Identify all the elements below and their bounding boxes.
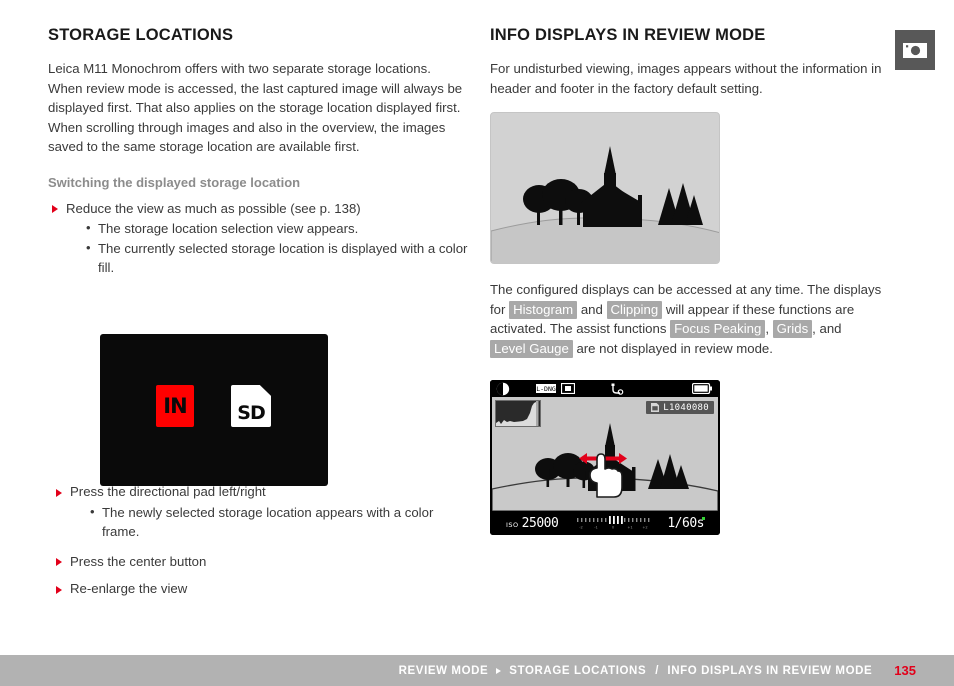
- sd-card-icon: SD: [231, 385, 271, 427]
- figure-clean-review-image: [490, 112, 720, 264]
- half-moon-icon: [496, 382, 510, 395]
- landscape-illustration: [491, 146, 719, 263]
- step-item: Press the center button: [52, 552, 472, 572]
- sub-item: The storage location selection view appe…: [84, 218, 468, 239]
- battery-icon: [692, 383, 712, 394]
- step-label: Press the directional pad left/right: [70, 484, 266, 499]
- step-label: Reduce the view as much as possible (see…: [66, 200, 361, 216]
- highlight-level-gauge: Level Gauge: [490, 339, 573, 358]
- exposure-scale: -2 -1 0 +1 +2: [576, 516, 650, 530]
- histogram-graph: [496, 401, 540, 426]
- right-column: INFO DISPLAYS IN REVIEW MODE For undistu…: [490, 26, 900, 535]
- sd-card-label: SD: [237, 402, 265, 424]
- info-displays-paragraph: The configured displays can be accessed …: [490, 280, 900, 358]
- highlight-grids: Grids: [772, 320, 813, 338]
- svg-text:L-DNG: L-DNG: [536, 385, 556, 393]
- sub-item: The newly selected storage location appe…: [88, 502, 472, 542]
- step-item: Re-enlarge the view: [52, 579, 472, 599]
- figure-storage-location-selection: IN SD: [100, 334, 328, 486]
- svg-text:+2: +2: [642, 526, 647, 530]
- iso-label: ISO: [506, 520, 519, 529]
- intro-paragraph-1: Leica M11 Monochrom offers with two sepa…: [48, 61, 431, 76]
- highlight-focus-peaking: Focus Peaking: [670, 320, 766, 338]
- exposure-meter: -2 -1 0 +1 +2: [576, 515, 650, 531]
- step-list-bottom-wrap: Press the directional pad left/right The…: [52, 478, 472, 602]
- camera-info-bar: ISO 25000 -2 -1 0 +1 +2 1/60s: [490, 511, 720, 535]
- green-indicator-dot: [701, 516, 705, 520]
- info-intro-paragraph: For undisturbed viewing, images appears …: [490, 61, 882, 96]
- sub-item: The currently selected storage location …: [84, 238, 468, 278]
- sub-list: The storage location selection view appe…: [84, 218, 468, 278]
- step-list-bottom: Press the directional pad left/right The…: [52, 482, 472, 599]
- highlight-histogram: Histogram: [509, 300, 578, 319]
- internal-memory-icon: IN: [156, 385, 194, 427]
- step-item: Reduce the view as much as possible (see…: [48, 199, 468, 278]
- breadcrumb-separator: /: [655, 664, 659, 677]
- shutter-speed-readout: 1/60s: [667, 515, 705, 531]
- left-column: STORAGE LOCATIONS Leica M11 Monochrom of…: [48, 26, 468, 596]
- sd-card-icon: [651, 403, 660, 412]
- figure-camera-review-screen: L-DNG L1040080 ISO 25000 -2 -1 0 +1 +2 1…: [490, 380, 720, 535]
- page-number: 135: [894, 663, 916, 678]
- intro-paragraph-2: When review mode is accessed, the last c…: [48, 80, 463, 116]
- iso-readout: ISO 25000: [506, 515, 559, 531]
- file-number-label: L1040080: [663, 402, 709, 413]
- breadcrumb-info-displays: INFO DISPLAYS IN REVIEW MODE: [667, 664, 873, 677]
- svg-text:-2: -2: [579, 526, 583, 530]
- svg-text:0: 0: [612, 526, 615, 530]
- histogram-overlay: [495, 400, 541, 427]
- camera-status-bar: L-DNG: [490, 380, 720, 397]
- svg-text:-1: -1: [594, 526, 598, 530]
- breadcrumb-storage-locations: STORAGE LOCATIONS: [509, 664, 647, 677]
- hand-gesture-graphic: [579, 453, 627, 498]
- paragraph-part: , and: [812, 321, 842, 336]
- camera-image-area: L1040080: [492, 397, 718, 511]
- step-item: Press the directional pad left/right The…: [52, 482, 472, 542]
- paragraph-part: and: [577, 301, 607, 317]
- camera-icon-tile[interactable]: [895, 30, 935, 70]
- step-label: Press the center button: [70, 553, 207, 569]
- paragraph-part: are not displayed in review mode.: [572, 340, 773, 356]
- step-label: Re-enlarge the view: [70, 581, 188, 596]
- page-title-info-displays: INFO DISPLAYS IN REVIEW MODE: [490, 26, 766, 44]
- lens-detection-icon: [611, 383, 624, 395]
- spot-metering-icon: [561, 383, 575, 394]
- manual-page: STORAGE LOCATIONS Leica M11 Monochrom of…: [0, 0, 954, 686]
- paragraph-part: ,: [765, 321, 773, 336]
- page-footer: REVIEW MODE STORAGE LOCATIONS / INFO DIS…: [0, 655, 954, 686]
- file-number-badge: L1040080: [646, 401, 714, 414]
- intro-paragraph-3: When scrolling through images and also i…: [48, 119, 446, 155]
- dng-format-icon: L-DNG: [536, 384, 556, 393]
- internal-memory-label: IN: [163, 394, 187, 418]
- svg-text:+1: +1: [627, 526, 632, 530]
- swipe-left-right-hand-icon: [576, 449, 632, 499]
- shutter-speed-value: 1/60s: [667, 515, 704, 531]
- sub-list: The newly selected storage location appe…: [88, 502, 472, 542]
- breadcrumb-triangle-icon: [496, 667, 502, 674]
- highlight-clipping: Clipping: [606, 300, 663, 319]
- breadcrumb-review-mode: REVIEW MODE: [398, 664, 489, 677]
- camera-icon: [903, 43, 927, 58]
- iso-value: 25000: [521, 515, 559, 531]
- page-title-storage-locations: STORAGE LOCATIONS: [48, 26, 234, 44]
- step-list-top: Reduce the view as much as possible (see…: [48, 199, 468, 278]
- subsection-title-switching: Switching the displayed storage location: [48, 174, 301, 190]
